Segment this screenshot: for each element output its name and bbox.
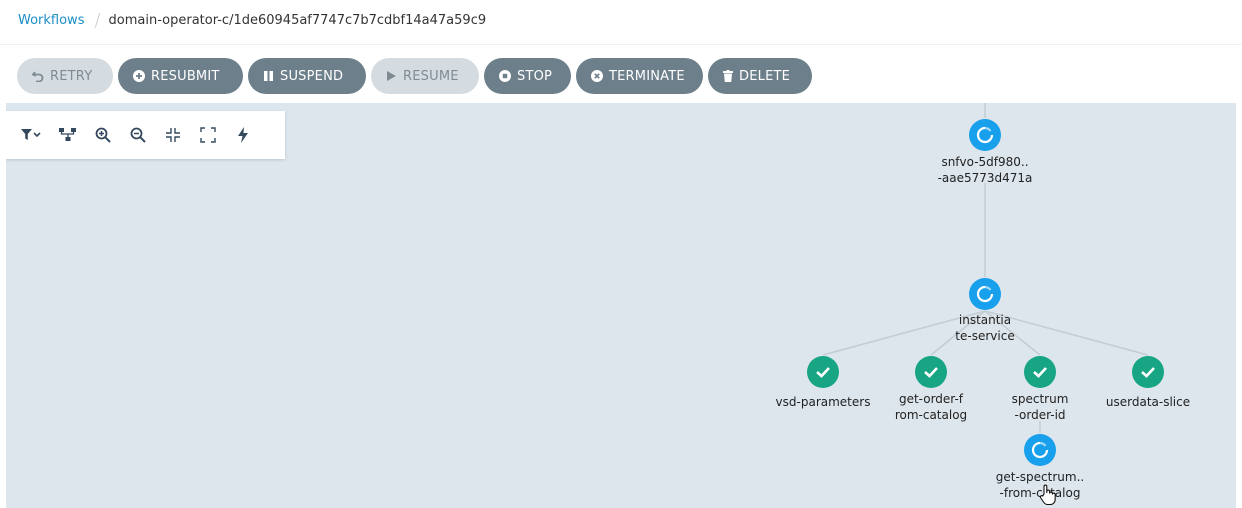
- node-instantiate-service[interactable]: [969, 278, 1001, 310]
- breadcrumb-workflows-link[interactable]: Workflows: [18, 13, 84, 28]
- workflow-actions-toolbar: RETRY RESUBMIT SUSPEND RESUME STOP TERMI…: [17, 58, 812, 94]
- node-label-get-order-from-catalog: get-order-f rom-catalog: [894, 392, 968, 422]
- node-snfvo[interactable]: [969, 119, 1001, 151]
- undo-icon: [32, 70, 44, 82]
- header-divider: [0, 44, 1242, 45]
- breadcrumb-current: domain-operator-c/1de60945af7747c7b7cdbf…: [108, 12, 487, 28]
- stop-label: STOP: [517, 68, 553, 84]
- zoom-in-icon[interactable]: [92, 124, 114, 146]
- collapse-icon[interactable]: [162, 124, 184, 146]
- terminate-label: TERMINATE: [609, 68, 685, 84]
- node-label-snfvo: snfvo-5df980.. -aae5773d471a: [937, 155, 1033, 185]
- stop-circle-icon: [499, 70, 511, 82]
- node-get-order-from-catalog[interactable]: [915, 356, 947, 388]
- bolt-icon[interactable]: [232, 124, 254, 146]
- check-icon: [816, 367, 830, 378]
- breadcrumb-separator: /: [94, 9, 101, 31]
- suspend-label: SUSPEND: [280, 68, 344, 84]
- node-spectrum-order-id[interactable]: [1024, 356, 1056, 388]
- graph-tools-panel: [6, 111, 285, 159]
- resume-label: RESUME: [403, 68, 459, 84]
- node-vsd-parameters[interactable]: [807, 356, 839, 388]
- expand-icon[interactable]: [197, 124, 219, 146]
- resubmit-button[interactable]: RESUBMIT: [118, 58, 243, 94]
- times-circle-icon: [591, 70, 603, 82]
- pause-icon: [263, 70, 274, 82]
- delete-label: DELETE: [739, 68, 791, 84]
- stop-button[interactable]: STOP: [484, 58, 571, 94]
- node-label-instantiate-service: instantia te-service: [955, 313, 1015, 343]
- node-label-userdata-slice: userdata-slice: [1105, 395, 1191, 409]
- check-icon: [924, 367, 938, 378]
- node-label-vsd-parameters: vsd-parameters: [775, 395, 871, 409]
- node-userdata-slice[interactable]: [1132, 356, 1164, 388]
- terminate-button[interactable]: TERMINATE: [576, 58, 703, 94]
- trash-icon: [723, 70, 733, 82]
- plus-circle-icon: [133, 70, 145, 82]
- hand-cursor-icon: [1039, 484, 1056, 506]
- resume-button[interactable]: RESUME: [371, 58, 479, 94]
- delete-button[interactable]: DELETE: [708, 58, 812, 94]
- check-icon: [1033, 367, 1047, 378]
- hierarchy-icon[interactable]: [57, 124, 79, 146]
- filter-icon[interactable]: [18, 124, 44, 146]
- running-icon: [1031, 441, 1049, 459]
- play-icon: [386, 70, 397, 82]
- zoom-out-icon[interactable]: [127, 124, 149, 146]
- workflow-graph-canvas[interactable]: snfvo-5df980.. -aae5773d471a instantia t…: [6, 103, 1236, 508]
- node-get-spectrum-from-catalog[interactable]: [1024, 434, 1056, 466]
- breadcrumb: Workflows / domain-operator-c/1de60945af…: [18, 9, 487, 31]
- running-icon: [976, 126, 994, 144]
- suspend-button[interactable]: SUSPEND: [248, 58, 366, 94]
- retry-label: RETRY: [50, 68, 93, 84]
- running-icon: [976, 285, 994, 303]
- resubmit-label: RESUBMIT: [151, 68, 220, 84]
- node-label-spectrum-order-id: spectrum -order-id: [1011, 392, 1069, 422]
- retry-button[interactable]: RETRY: [17, 58, 113, 94]
- check-icon: [1141, 367, 1155, 378]
